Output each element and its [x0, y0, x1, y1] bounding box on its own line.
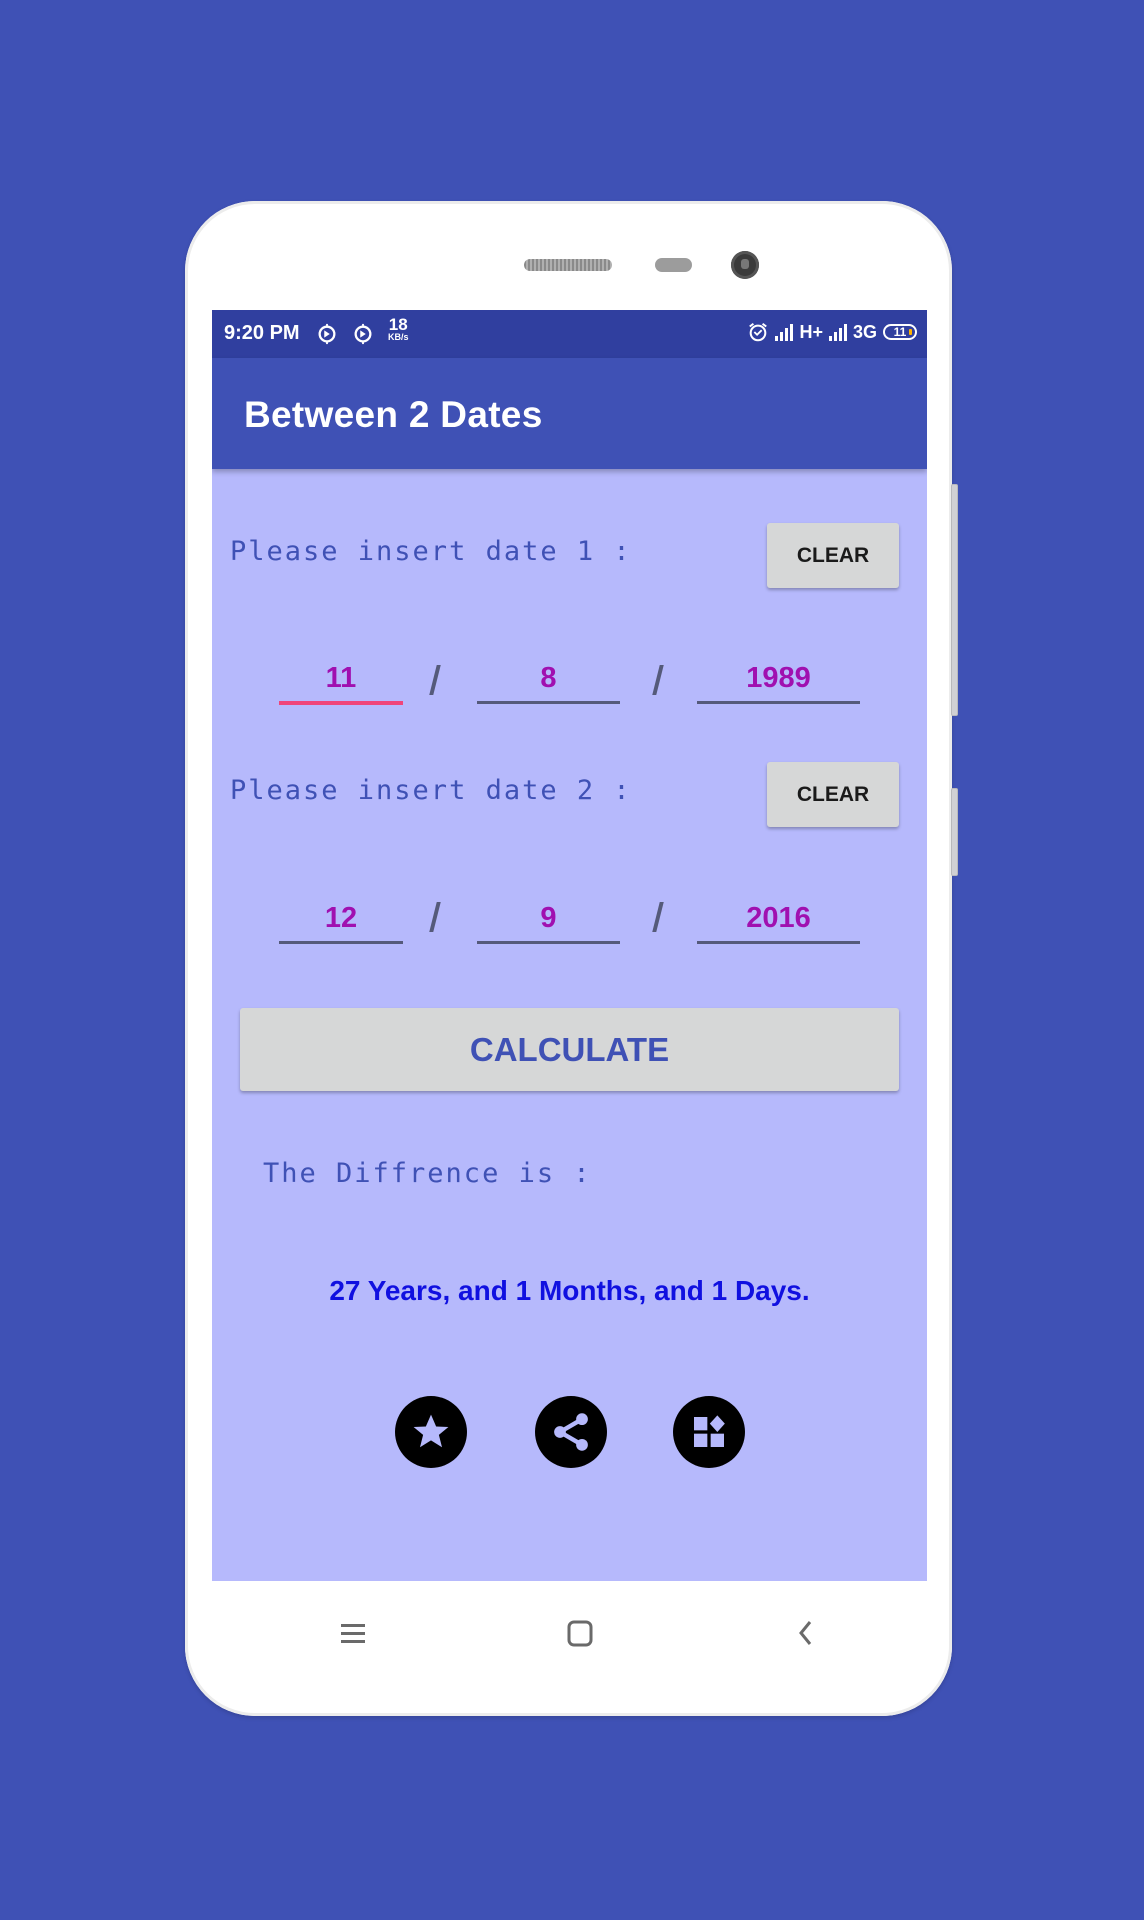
signal-icon	[775, 323, 794, 341]
date-separator	[652, 665, 664, 695]
network-type-2: 3G	[852, 321, 877, 342]
date-separator	[429, 665, 441, 695]
app-bar: Between 2 Dates	[212, 358, 927, 469]
network-speed: 18 KB/s	[388, 316, 409, 342]
date2-year-input[interactable]: 2016	[697, 895, 860, 944]
battery-icon: 11	[883, 324, 917, 340]
date1-year-value: 1989	[746, 661, 811, 694]
sync-icon	[318, 323, 336, 345]
app-screen: 9:20 PM 18 KB/s H+ 3G 11 Between 2 Dates…	[212, 310, 927, 1581]
date2-day-value: 12	[324, 901, 358, 934]
date-separator	[652, 902, 664, 932]
app-title: Between 2 Dates	[244, 394, 543, 435]
date2-month-input[interactable]: 9	[477, 895, 620, 944]
date1-month-value: 8	[540, 661, 557, 694]
alarm-icon	[749, 322, 768, 342]
earpiece-speaker	[524, 259, 612, 271]
more-apps-icon	[694, 1415, 725, 1447]
power-button	[951, 788, 958, 876]
clear-date2-button[interactable]: CLEAR	[767, 762, 899, 827]
date1-month-input[interactable]: 8	[477, 655, 620, 704]
calculate-button[interactable]: CALCULATE	[240, 1008, 899, 1091]
date2-day-input[interactable]: 12	[279, 895, 403, 944]
front-camera	[731, 251, 759, 279]
share-icon	[554, 1413, 588, 1451]
network-type-1: H+	[799, 321, 823, 342]
date2-label: Please insert date 2 :	[230, 775, 632, 806]
back-icon[interactable]	[795, 1618, 817, 1648]
date-separator	[429, 902, 441, 932]
proximity-sensor	[655, 258, 692, 272]
date1-day-value: 11	[325, 661, 357, 694]
difference-label: The Diffrence is :	[263, 1158, 592, 1189]
clear-date1-button[interactable]: CLEAR	[767, 523, 899, 588]
share-button[interactable]	[535, 1396, 607, 1468]
network-speed-value: 18	[388, 315, 408, 334]
date1-label: Please insert date 1 :	[230, 536, 632, 567]
result-text: 27 Years, and 1 Months, and 1 Days.	[329, 1275, 810, 1306]
date1-year-input[interactable]: 1989	[697, 655, 860, 704]
volume-button	[951, 484, 958, 716]
rate-button[interactable]	[395, 1396, 467, 1468]
star-icon	[413, 1414, 449, 1448]
more-apps-button[interactable]	[673, 1396, 745, 1468]
status-bar: 9:20 PM 18 KB/s H+ 3G 11	[212, 310, 927, 358]
battery-level: 11	[893, 325, 907, 339]
date2-month-value: 9	[540, 901, 557, 934]
sync-icon	[354, 323, 372, 345]
status-time: 9:20 PM	[224, 322, 300, 344]
home-icon[interactable]	[566, 1618, 594, 1648]
date2-year-value: 2016	[746, 901, 811, 934]
signal-icon	[828, 323, 847, 341]
date1-day-input[interactable]: 11	[279, 655, 403, 705]
network-speed-unit: KB/s	[388, 332, 409, 342]
status-icons: H+ 3G 11	[747, 321, 917, 343]
menu-icon[interactable]	[340, 1618, 366, 1648]
